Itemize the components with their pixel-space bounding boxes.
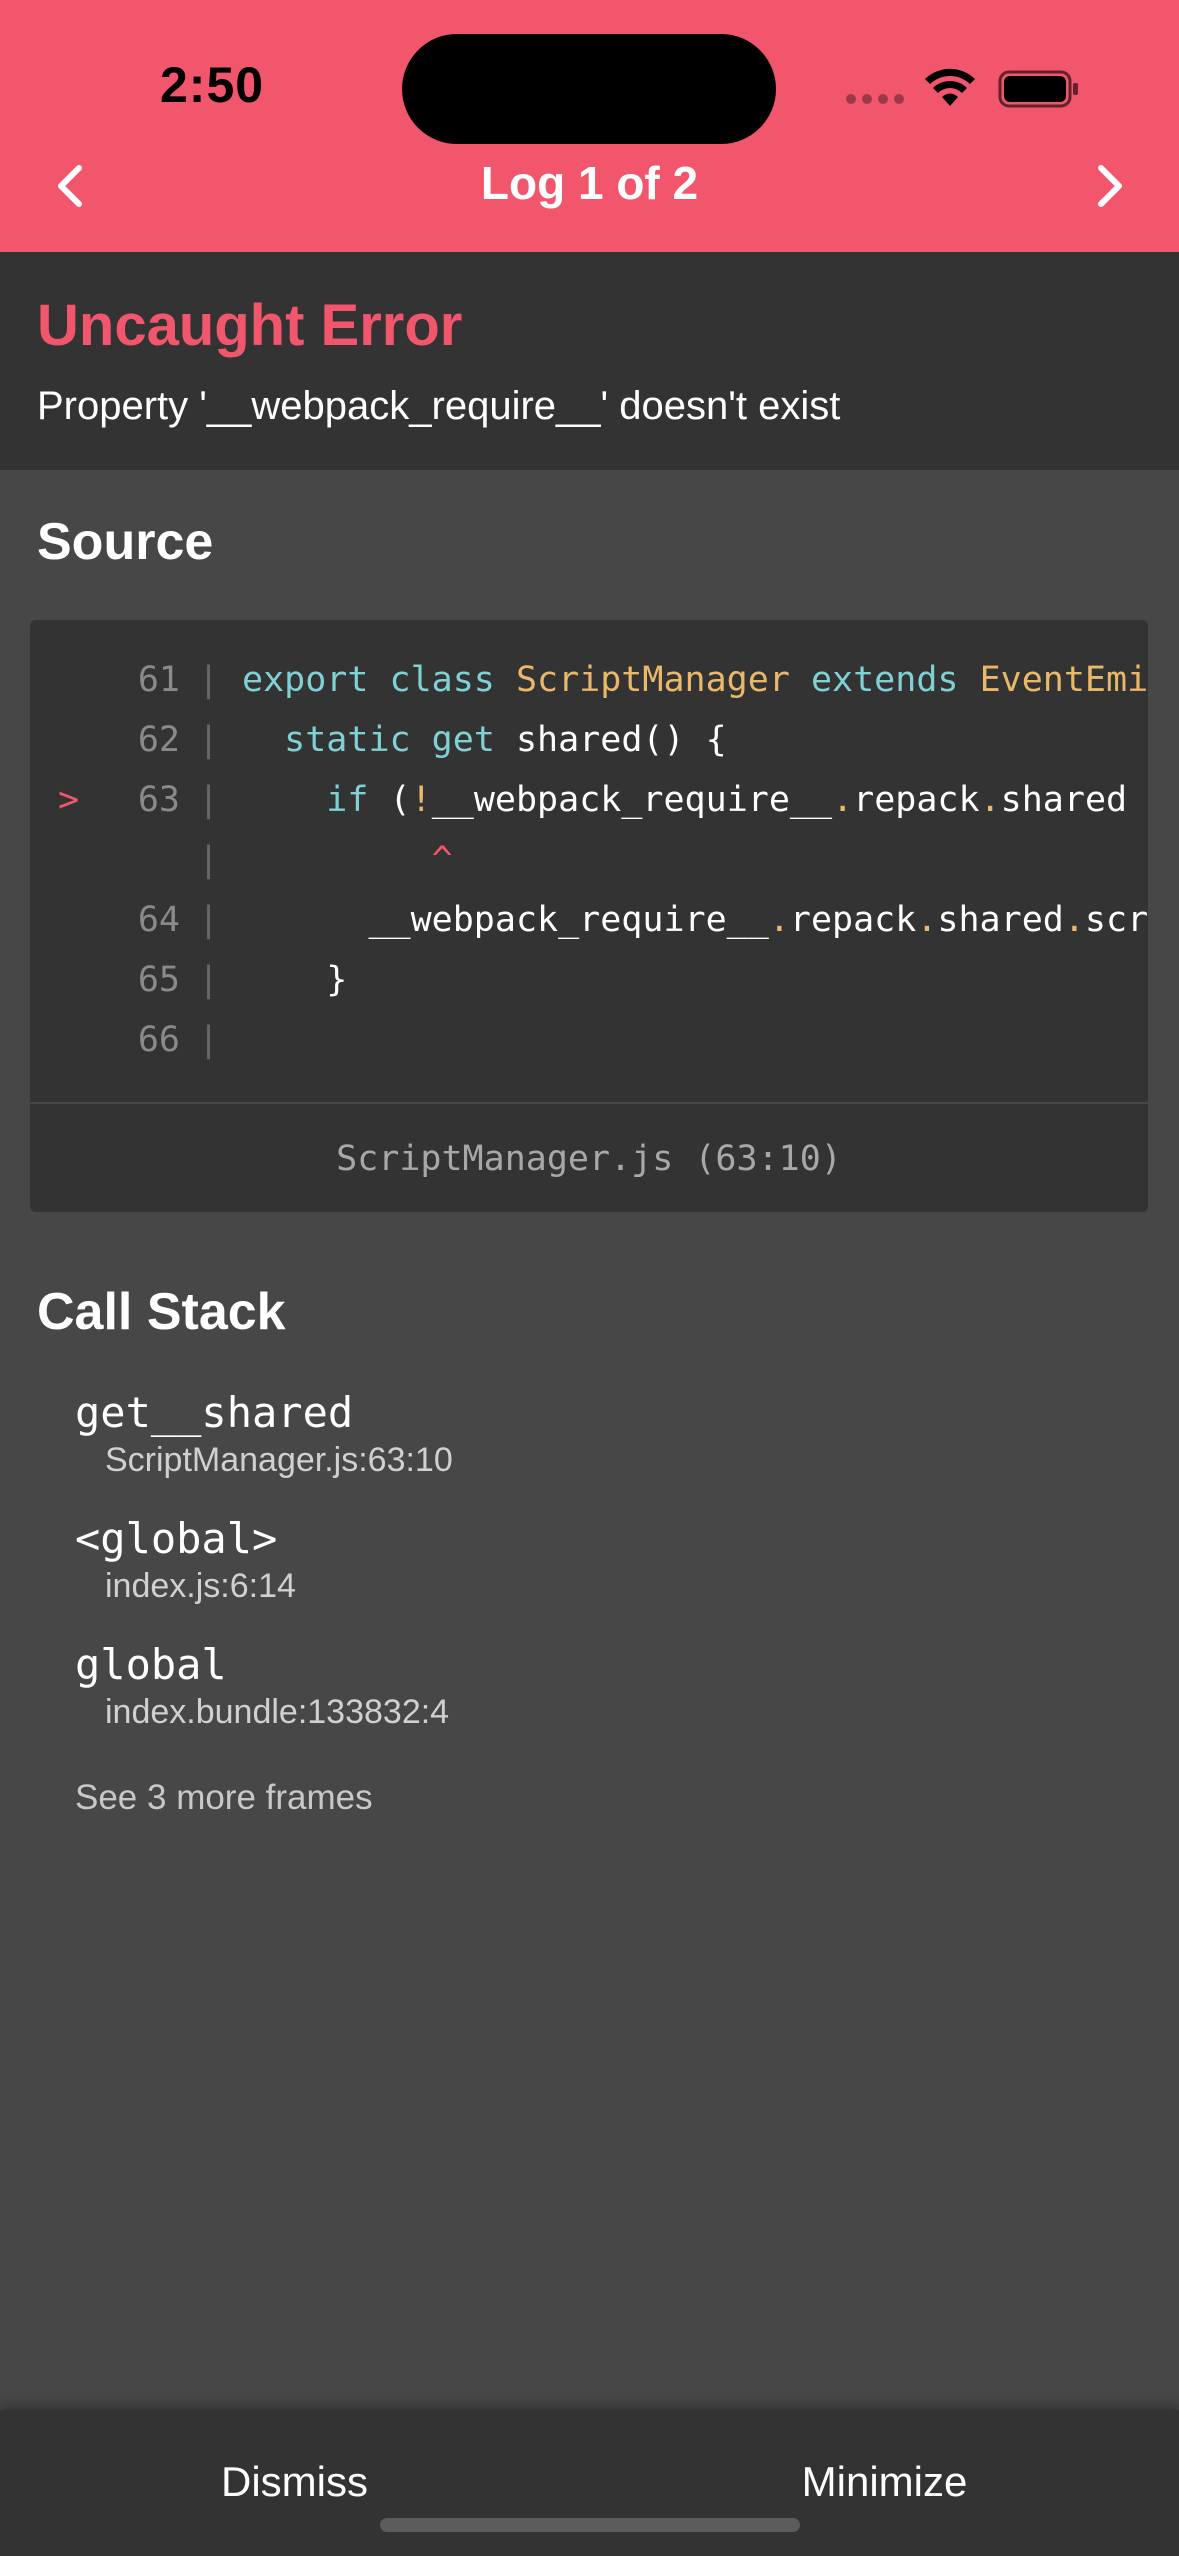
error-caret: ^ <box>431 840 453 880</box>
frame-location: ScriptManager.js:63:10 <box>105 1441 453 1479</box>
line-number: 64 <box>137 900 180 940</box>
status-time: 2:50 <box>160 57 265 113</box>
see-more-frames-link[interactable]: See 3 more frames <box>75 1778 373 1818</box>
code-line: 65 | } <box>30 950 1148 1010</box>
code-frame: 61 | export class ScriptManager extends … <box>30 620 1148 1212</box>
source-heading: Source <box>37 513 214 571</box>
cellular-signal-icon <box>846 94 906 106</box>
code-line: 66 | <box>30 1010 1148 1070</box>
code-line: 61 | export class ScriptManager extends … <box>30 650 1148 710</box>
call-stack-heading: Call Stack <box>37 1283 286 1341</box>
frame-name: global <box>75 1640 227 1689</box>
stack-frame[interactable]: global index.bundle:133832:4 <box>75 1640 449 1734</box>
stack-frame[interactable]: get__shared ScriptManager.js:63:10 <box>75 1388 453 1482</box>
dynamic-island <box>402 34 776 144</box>
stack-frame[interactable]: <global> index.js:6:14 <box>75 1514 296 1608</box>
battery-icon <box>998 70 1078 108</box>
log-counter-title: Log 1 of 2 <box>480 157 699 209</box>
home-indicator[interactable] <box>380 2518 800 2532</box>
line-number: 65 <box>137 960 180 1000</box>
log-header: 2:50 Log 1 of 2 <box>0 0 1179 252</box>
dismiss-button[interactable]: Dismiss <box>0 2410 589 2556</box>
minimize-button[interactable]: Minimize <box>590 2410 1179 2556</box>
line-number: 62 <box>137 720 180 760</box>
line-number: 61 <box>137 660 180 700</box>
frame-location: index.bundle:133832:4 <box>105 1693 450 1731</box>
error-message: Property '__webpack_require__' doesn't e… <box>37 384 841 428</box>
error-summary: Uncaught Error Property '__webpack_requi… <box>0 252 1179 470</box>
code-line-highlighted: > 63 | if (!__webpack_require__.repack.s… <box>30 770 1148 830</box>
line-number: 66 <box>137 1020 180 1060</box>
frame-name: <global> <box>75 1514 278 1563</box>
chevron-right-icon <box>1098 165 1122 207</box>
error-title: Uncaught Error <box>37 293 463 358</box>
frame-location: index.js:6:14 <box>105 1567 296 1605</box>
error-line-marker: > <box>58 780 80 820</box>
next-log-button[interactable] <box>1080 150 1140 222</box>
wifi-icon <box>925 68 975 106</box>
frame-name: get__shared <box>75 1388 354 1437</box>
code-line: 62 | static get shared() { <box>30 710 1148 770</box>
line-number: 63 <box>137 780 180 820</box>
source-file-location[interactable]: ScriptManager.js (63:10) <box>30 1102 1148 1212</box>
code-line: | ^ <box>198 840 453 880</box>
log-footer: Dismiss Minimize <box>0 2410 1179 2556</box>
code-line: 64 | __webpack_require__.repack.shared.s… <box>30 890 1148 950</box>
